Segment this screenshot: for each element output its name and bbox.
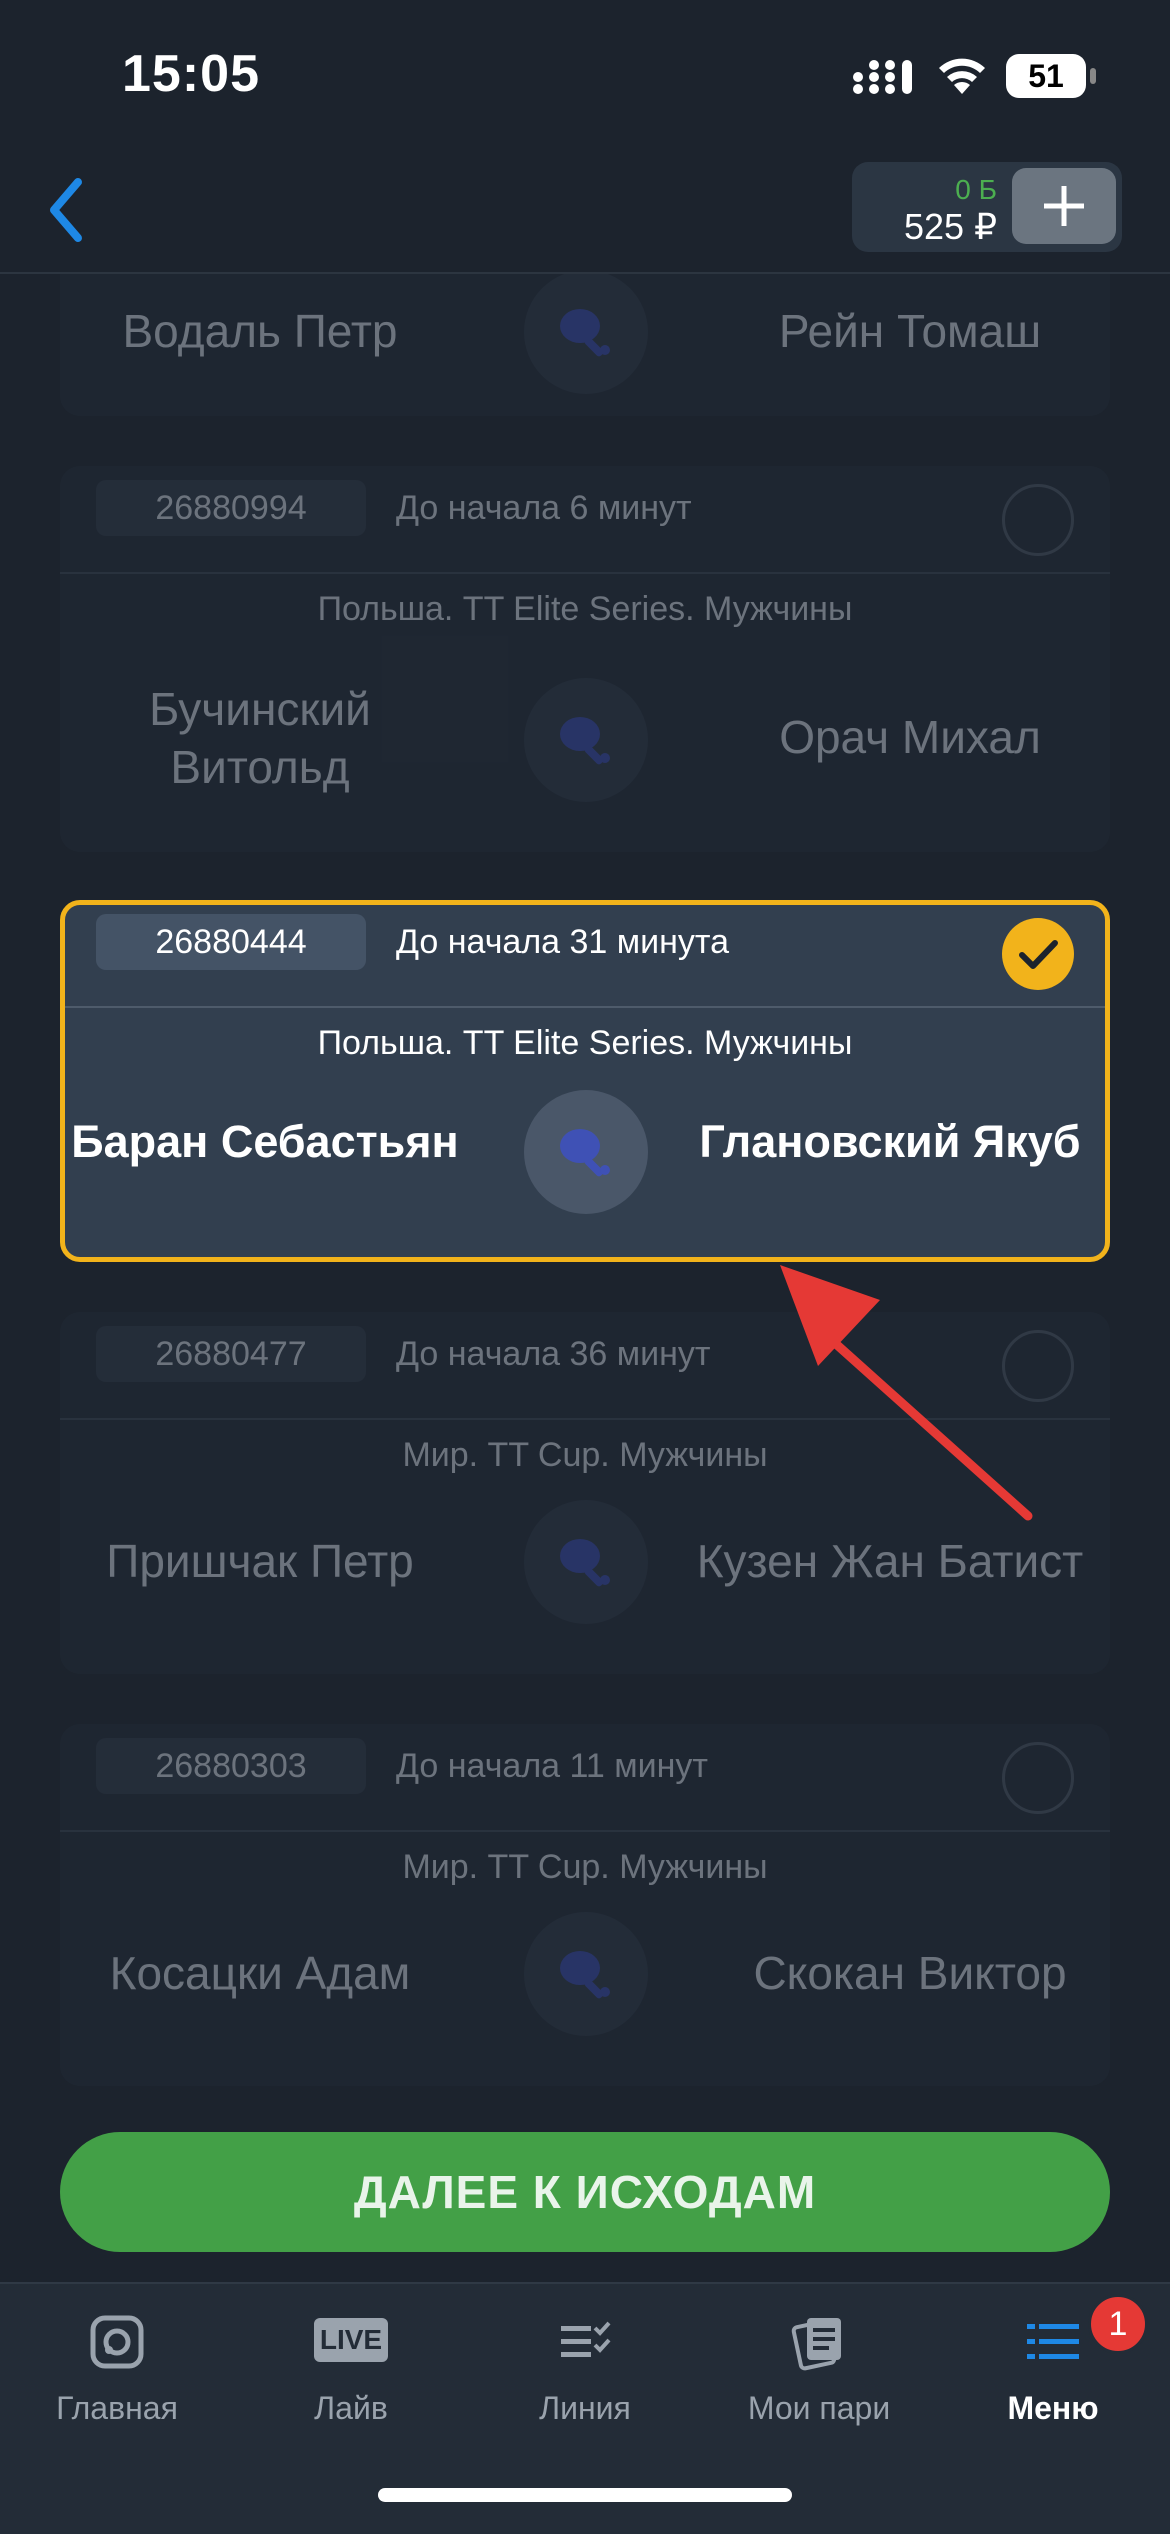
notification-badge: 1	[1088, 2294, 1148, 2354]
table-tennis-icon	[524, 1500, 648, 1624]
match-id: 26880303	[96, 1738, 366, 1794]
line-list-icon	[561, 2321, 611, 2357]
match-id: 26880477	[96, 1326, 366, 1382]
select-radio[interactable]	[1002, 1742, 1074, 1814]
select-radio[interactable]	[1002, 1330, 1074, 1402]
match-id: 26880994	[96, 480, 366, 536]
match-card-selected[interactable]: 26880444 До начала 31 минута Польша. TT …	[60, 900, 1110, 1262]
player-left: Бучинский Витольд	[149, 683, 371, 793]
battery-indicator: 51	[1006, 54, 1086, 98]
match-start-time: До начала 36 минут	[396, 1335, 711, 1373]
match-card[interactable]: 26880994 До начала 6 минут Польша. TT El…	[60, 466, 1110, 852]
player-right: Глановский Якуб	[699, 1116, 1081, 1167]
status-bar: 15:05 51	[0, 0, 1170, 150]
match-id: 26880444	[96, 914, 366, 970]
match-start-time: До начала 31 минута	[396, 923, 730, 961]
tab-home[interactable]: Главная	[0, 2284, 234, 2454]
add-funds-button[interactable]	[1012, 168, 1116, 244]
player-left: Водаль Петр	[122, 305, 398, 357]
status-time: 15:05	[122, 45, 260, 103]
player-left: Пришчак Петр	[106, 1535, 414, 1587]
league-name: Польша. TT Elite Series. Мужчины	[317, 590, 853, 628]
cellular-signal-icon	[853, 60, 912, 94]
match-card[interactable]: 26880303 До начала 11 минут Мир. TT Cup.…	[60, 1724, 1110, 2086]
match-start-time: До начала 11 минут	[396, 1747, 708, 1785]
select-radio[interactable]	[1002, 484, 1074, 556]
account-balance: 525 ₽	[904, 206, 997, 247]
player-right: Скокан Виктор	[753, 1947, 1067, 1999]
league-name: Мир. TT Cup. Мужчины	[402, 1848, 768, 1886]
player-left: Косацки Адам	[109, 1947, 411, 1999]
battery-tip	[1090, 68, 1096, 84]
tab-label: Меню	[1007, 2390, 1099, 2426]
league-name: Мир. TT Cup. Мужчины	[402, 1436, 768, 1474]
card-divider	[60, 1830, 1110, 1832]
tab-label: Линия	[539, 2390, 631, 2426]
tab-line[interactable]: Линия	[468, 2284, 702, 2454]
match-card[interactable]: 26880477 До начала 36 минут Мир. TT Cup.…	[60, 1312, 1110, 1674]
tab-menu[interactable]: 1 Меню	[936, 2284, 1170, 2454]
card-divider	[60, 1418, 1110, 1420]
bonus-balance: 0 Б	[955, 174, 997, 205]
player-right: Рейн Томаш	[778, 305, 1042, 357]
back-chevron-icon[interactable]	[40, 172, 100, 248]
match-list: Водаль Петр Рейн Томаш 26880994 До начал…	[0, 274, 1170, 2250]
home-icon	[90, 2315, 144, 2369]
selected-check-icon[interactable]	[1002, 918, 1074, 990]
tab-live[interactable]: LIVE Лайв	[234, 2284, 468, 2454]
table-tennis-icon	[524, 1912, 648, 2036]
live-icon: LIVE	[314, 2318, 388, 2362]
card-divider	[60, 572, 1110, 574]
table-tennis-icon	[524, 1090, 648, 1214]
my-bets-icon	[791, 2318, 841, 2371]
balance-widget[interactable]: 0 Б 525 ₽	[852, 162, 1122, 252]
table-tennis-icon	[524, 678, 648, 802]
match-card[interactable]: Водаль Петр Рейн Томаш	[60, 274, 1110, 416]
next-to-outcomes-button[interactable]: ДАЛЕЕ К ИСХОДАМ	[60, 2132, 1110, 2252]
tab-label: Мои пари	[747, 2390, 891, 2426]
tab-label: Главная	[56, 2390, 178, 2426]
match-start-time: До начала 6 минут	[396, 489, 692, 527]
player-right: Орач Михал	[779, 711, 1041, 763]
player-left: Баран Себастьян	[71, 1116, 459, 1167]
wifi-icon	[939, 58, 985, 94]
top-header: 0 Б 525 ₽	[0, 150, 1170, 274]
league-name: Польша. TT Elite Series. Мужчины	[317, 1024, 853, 1062]
home-indicator	[378, 2488, 792, 2502]
menu-icon	[1027, 2324, 1079, 2359]
tab-label: Лайв	[314, 2390, 388, 2426]
card-divider	[65, 1006, 1105, 1008]
table-tennis-icon	[524, 274, 648, 394]
tab-my-bets[interactable]: Мои пари	[702, 2284, 936, 2454]
player-right: Кузен Жан Батист	[696, 1535, 1084, 1587]
